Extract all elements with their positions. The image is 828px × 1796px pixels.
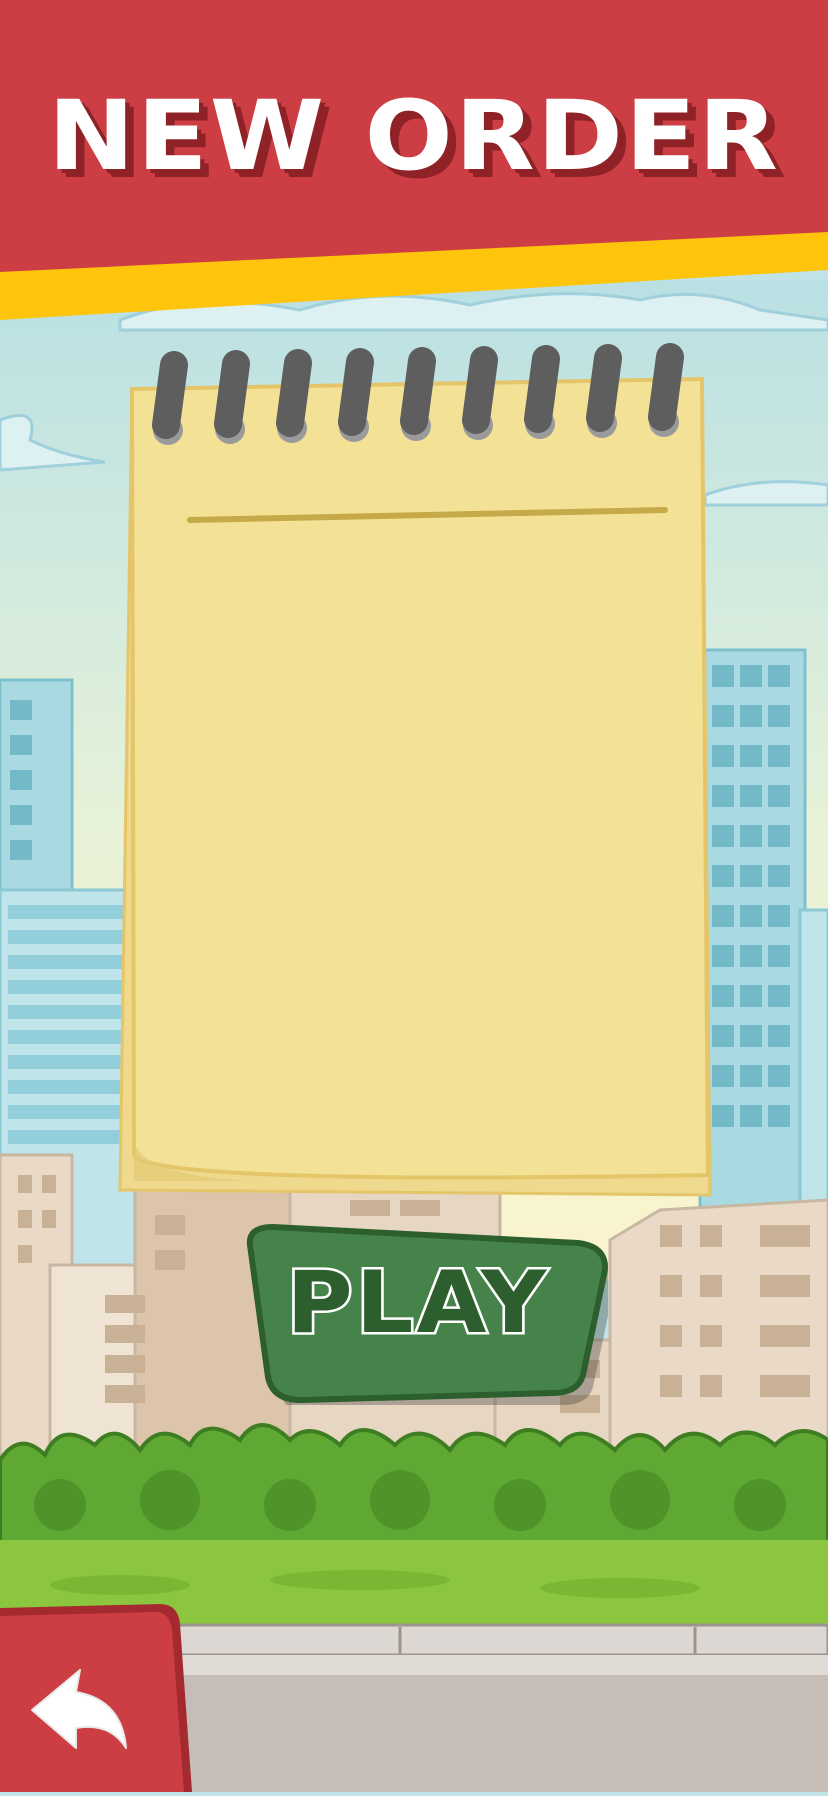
- screen-title: NEW ORDER: [47, 80, 781, 192]
- order-notepad: [110, 335, 715, 1200]
- bushes: [0, 1423, 828, 1562]
- play-button-label: PLAY: [284, 1251, 550, 1356]
- spiral-binding: [152, 343, 684, 445]
- play-button[interactable]: PLAY: [228, 1215, 615, 1413]
- header-banner: NEW ORDER: [0, 0, 828, 330]
- back-button[interactable]: [0, 1600, 195, 1792]
